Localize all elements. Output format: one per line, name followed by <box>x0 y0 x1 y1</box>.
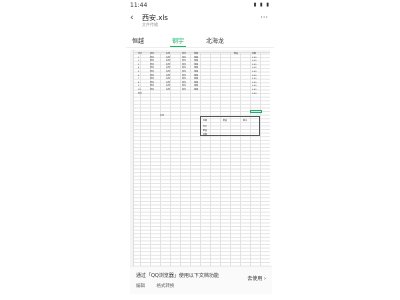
table-cell[interactable]: 0.00 <box>252 75 256 78</box>
table-cell[interactable]: 1 <box>138 57 139 60</box>
table-cell[interactable]: 0.00 <box>252 93 256 96</box>
qq-browser-banner: 通过「QQ浏览器」使用以下文档功能 去使用 › 编辑 格式转换 <box>130 266 272 294</box>
selected-cell[interactable] <box>250 110 262 113</box>
table-cell[interactable]: 0.00 <box>252 85 256 88</box>
back-arrow-icon[interactable]: ‹ <box>130 13 134 23</box>
spreadsheet-grid[interactable]: 序号 项目 名称 单位 规格 数量 金额 1 项目 名称 单位 规格 0.00 2 项目 名称 单位 规格 0.00… <box>130 50 270 280</box>
tab-sheet-2[interactable]: 钢宇 <box>172 36 184 45</box>
table-cell[interactable]: 项目 <box>150 78 154 81</box>
table-cell[interactable]: 0.00 <box>252 71 256 74</box>
table-cell[interactable]: 规格 <box>194 71 198 74</box>
file-subtitle: 文件传输 <box>142 22 158 27</box>
table-cell[interactable]: 规格 <box>194 78 198 81</box>
summary-table: 金额 数量 备注 合计 数量 金额 <box>200 116 260 136</box>
table-cell[interactable]: 序号 <box>138 53 142 56</box>
table-cell[interactable]: 10 <box>138 89 141 92</box>
tab-sheet-1[interactable]: 恒越 <box>132 36 144 45</box>
summary-row-3: 金额 <box>203 134 208 136</box>
table-cell[interactable]: 项目 <box>150 53 154 56</box>
summary-row-2: 数量 <box>203 130 208 132</box>
table-cell[interactable]: 单位 <box>182 67 186 70</box>
table-cell[interactable]: 0.00 <box>252 67 256 70</box>
table-cell[interactable]: 5 <box>138 71 139 74</box>
cell-note: 说明 <box>160 115 165 117</box>
table-cell[interactable]: 项目 <box>150 71 154 74</box>
table-cell[interactable]: 单位 <box>182 78 186 81</box>
table-cell[interactable]: 规格 <box>194 53 198 56</box>
table-cell[interactable]: 0.00 <box>252 57 256 60</box>
go-use-button[interactable]: 去使用 › <box>247 275 266 282</box>
edit-button[interactable]: 编辑 <box>136 284 145 289</box>
title-bar: ‹ 西安.xls 文件传输 ··· <box>126 12 274 30</box>
table-cell[interactable]: 名称 <box>166 53 170 56</box>
table-cell[interactable]: 规格 <box>194 85 198 88</box>
table-cell[interactable]: 金额 <box>252 53 256 56</box>
status-bar: 11:44 ▮ ▮ ▮ <box>126 0 274 12</box>
table-cell[interactable]: 2 <box>138 60 139 63</box>
table-cell[interactable]: 名称 <box>166 89 170 92</box>
table-cell[interactable]: 数量 <box>234 53 238 56</box>
table-cell[interactable]: 0.00 <box>252 82 256 85</box>
table-cell[interactable]: 项目 <box>150 89 154 92</box>
table-cell[interactable]: 8 <box>138 82 139 85</box>
table-cell[interactable]: 0.00 <box>252 78 256 81</box>
table-cell[interactable]: 名称 <box>166 85 170 88</box>
banner-text: 通过「QQ浏览器」使用以下文档功能 <box>136 273 219 279</box>
summary-row-1: 合计 <box>203 126 208 128</box>
sheet-tabs: 恒越 钢宇 北海龙 <box>126 32 274 48</box>
status-time: 11:44 <box>130 2 148 9</box>
summary-col-1: 金额 <box>203 120 208 122</box>
table-cell[interactable]: 名称 <box>166 71 170 74</box>
table-cell[interactable]: 0.00 <box>252 89 256 92</box>
table-cell[interactable]: 规格 <box>194 60 198 63</box>
active-tab-underline <box>170 46 186 47</box>
table-cell[interactable]: 6 <box>138 75 139 78</box>
table-cell[interactable]: 项目 <box>150 67 154 70</box>
format-convert-button[interactable]: 格式转换 <box>156 284 174 289</box>
table-cell[interactable]: 0.00 <box>252 60 256 63</box>
more-options-icon[interactable]: ··· <box>260 13 268 22</box>
table-cell[interactable]: 4 <box>138 67 139 70</box>
table-cell[interactable]: 3 <box>138 64 139 67</box>
table-cell[interactable]: 单位 <box>182 53 186 56</box>
row-header <box>130 50 134 280</box>
phone-screen: 11:44 ▮ ▮ ▮ ‹ 西安.xls 文件传输 ··· 恒越 钢宇 北海龙 … <box>126 0 274 300</box>
table-cell[interactable]: 单位 <box>182 60 186 63</box>
table-cell[interactable]: 名称 <box>166 78 170 81</box>
banner-actions: 编辑 格式转换 <box>136 283 184 289</box>
table-cell[interactable]: 项目 <box>150 60 154 63</box>
table-cell[interactable]: 0.00 <box>252 64 256 67</box>
table-cell[interactable]: 项目 <box>150 85 154 88</box>
table-cell[interactable]: 名称 <box>166 60 170 63</box>
table-cell[interactable]: 单位 <box>182 85 186 88</box>
table-cell[interactable]: 7 <box>138 78 139 81</box>
summary-col-3: 备注 <box>243 120 248 122</box>
table-cell[interactable]: 名称 <box>166 67 170 70</box>
table-cell[interactable]: 规格 <box>194 89 198 92</box>
signal-battery-icons: ▮ ▮ ▮ <box>253 2 270 8</box>
table-cell[interactable]: 合计 <box>138 93 142 96</box>
table-cell[interactable]: 9 <box>138 85 139 88</box>
table-cell[interactable]: 单位 <box>182 89 186 92</box>
tab-sheet-3[interactable]: 北海龙 <box>206 36 224 45</box>
table-cell[interactable]: 规格 <box>194 67 198 70</box>
table-cell[interactable]: 单位 <box>182 71 186 74</box>
summary-col-2: 数量 <box>223 120 228 122</box>
